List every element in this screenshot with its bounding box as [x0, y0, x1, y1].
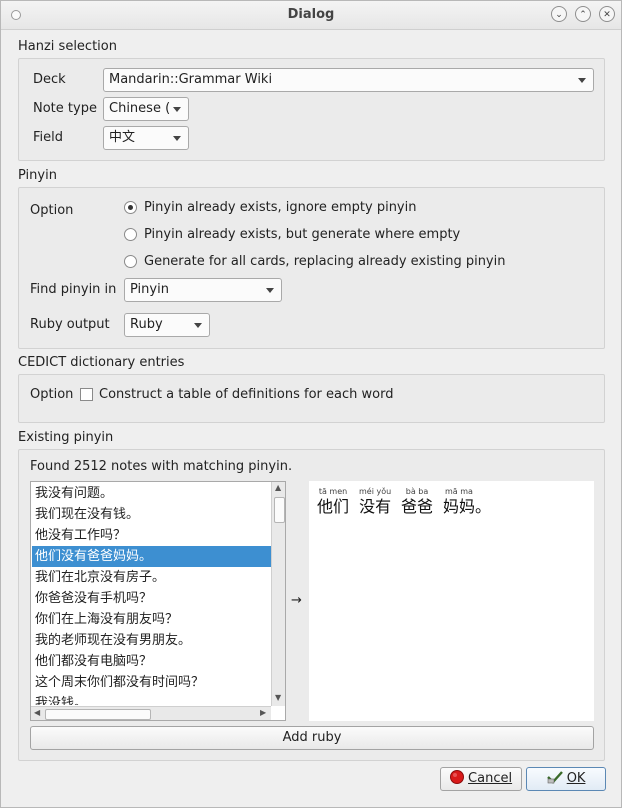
found-notes-text: Found 2512 notes with matching pinyin.: [30, 459, 293, 474]
pinyin-option-label: Option: [30, 203, 74, 218]
radio-generate-all-label[interactable]: Generate for all cards, replacing alread…: [144, 254, 505, 269]
cancel-label: Cancel: [468, 771, 513, 786]
ruby-pinyin: bà ba: [405, 487, 429, 496]
definitions-checkbox-label[interactable]: Construct a table of definitions for eac…: [99, 387, 393, 402]
radio-generate-all[interactable]: [124, 255, 137, 268]
vertical-scroll-thumb[interactable]: [274, 497, 285, 523]
radio-generate-empty[interactable]: [124, 228, 137, 241]
ruby-pinyin: mā ma: [445, 487, 473, 496]
hanzi-group-title: Hanzi selection: [18, 39, 117, 54]
window-title: Dialog: [287, 7, 335, 22]
definitions-checkbox[interactable]: [80, 388, 93, 401]
pinyin-group-title: Pinyin: [18, 168, 57, 183]
ruby-preview: tā men 他们 méi yǒu 没有 bà ba 爸爸 mā ma 妈妈。: [309, 481, 594, 721]
chevron-up-icon: ⌃: [579, 10, 587, 20]
notetype-value: Chinese (: [109, 101, 171, 116]
cedict-option-label: Option: [30, 387, 74, 402]
close-icon: ✕: [603, 10, 611, 20]
horizontal-scrollbar[interactable]: ◀ ▶: [31, 706, 271, 720]
find-pinyin-combo[interactable]: Pinyin: [124, 278, 282, 302]
close-button[interactable]: ✕: [599, 6, 615, 22]
ruby-output-value: Ruby: [130, 317, 163, 332]
title-bar: Dialog ⌄ ⌃ ✕: [1, 1, 621, 30]
check-icon: [546, 771, 563, 784]
add-ruby-label: Add ruby: [282, 730, 342, 745]
cancel-button[interactable]: Cancel: [440, 767, 522, 791]
dialog-window: Dialog ⌄ ⌃ ✕ Hanzi selection Deck Mandar…: [0, 0, 622, 808]
field-combo[interactable]: 中文: [103, 126, 189, 150]
ruby-word: bà ba 爸爸: [401, 487, 433, 517]
scroll-left-icon[interactable]: ◀: [34, 708, 40, 717]
ok-button[interactable]: OK: [526, 767, 606, 791]
list-item-selected[interactable]: 他们没有爸爸妈妈。: [32, 546, 271, 567]
scroll-up-icon[interactable]: ▲: [275, 483, 281, 492]
list-item[interactable]: 我没钱。: [32, 693, 271, 705]
ruby-output-label: Ruby output: [30, 317, 110, 332]
list-item[interactable]: 我没有问题。: [32, 483, 271, 504]
list-item[interactable]: 你们在上海没有朋友吗？: [32, 609, 271, 630]
dropdown-arrow-icon: [578, 78, 586, 83]
list-item[interactable]: 我们在北京没有房子。: [32, 567, 271, 588]
find-pinyin-label: Find pinyin in: [30, 282, 117, 297]
notetype-label: Note type: [33, 101, 97, 116]
radio-ignore-empty[interactable]: [124, 201, 137, 214]
add-ruby-button[interactable]: Add ruby: [30, 726, 594, 750]
list-item[interactable]: 他们都没有电脑吗？: [32, 651, 271, 672]
list-item[interactable]: 他没有工作吗？: [32, 525, 271, 546]
minimize-button[interactable]: ⌄: [551, 6, 567, 22]
horizontal-scroll-thumb[interactable]: [45, 709, 151, 720]
dropdown-arrow-icon: [173, 107, 181, 112]
ruby-pinyin: méi yǒu: [359, 487, 392, 496]
field-label: Field: [33, 130, 64, 145]
stop-icon: [449, 770, 464, 784]
field-value: 中文: [109, 130, 136, 145]
ruby-output-combo[interactable]: Ruby: [124, 313, 210, 337]
ok-label: OK: [566, 771, 586, 786]
list-item[interactable]: 我的老师现在没有男朋友。: [32, 630, 271, 651]
dropdown-arrow-icon: [266, 288, 274, 293]
ruby-word: mā ma 妈妈。: [443, 487, 491, 517]
list-item[interactable]: 你爸爸没有手机吗？: [32, 588, 271, 609]
ruby-hanzi: 妈妈。: [443, 497, 492, 516]
scroll-down-icon[interactable]: ▼: [275, 693, 281, 702]
maximize-button[interactable]: ⌃: [575, 6, 591, 22]
list-item[interactable]: 我们现在没有钱。: [32, 504, 271, 525]
notetype-combo[interactable]: Chinese (: [103, 97, 189, 121]
scroll-right-icon[interactable]: ▶: [260, 708, 266, 717]
find-pinyin-value: Pinyin: [130, 282, 169, 297]
ruby-hanzi: 爸爸: [401, 497, 434, 516]
ruby-word: méi yǒu 没有: [359, 487, 391, 517]
vertical-scrollbar[interactable]: ▲ ▼: [271, 482, 285, 706]
ruby-hanzi: 他们: [317, 497, 350, 516]
arrow-right-icon: →: [291, 593, 302, 608]
ruby-hanzi: 没有: [359, 497, 392, 516]
dropdown-arrow-icon: [173, 136, 181, 141]
list-item[interactable]: 这个周末你们都没有时间吗？: [32, 672, 271, 693]
ruby-pinyin: tā men: [318, 487, 348, 496]
deck-value: Mandarin::Grammar Wiki: [109, 72, 273, 87]
ruby-word: tā men 他们: [317, 487, 349, 517]
notes-list[interactable]: 我没有问题。 我们现在没有钱。 他没有工作吗？ 他们没有爸爸妈妈。 我们在北京没…: [30, 481, 286, 721]
radio-ignore-empty-label[interactable]: Pinyin already exists, ignore empty piny…: [144, 200, 416, 215]
cedict-group-title: CEDICT dictionary entries: [18, 355, 185, 370]
dropdown-arrow-icon: [194, 323, 202, 328]
radio-generate-empty-label[interactable]: Pinyin already exists, but generate wher…: [144, 227, 460, 242]
existing-group-title: Existing pinyin: [18, 430, 114, 445]
deck-label: Deck: [33, 72, 66, 87]
chevron-down-icon: ⌄: [555, 10, 563, 20]
deck-combo[interactable]: Mandarin::Grammar Wiki: [103, 68, 594, 92]
